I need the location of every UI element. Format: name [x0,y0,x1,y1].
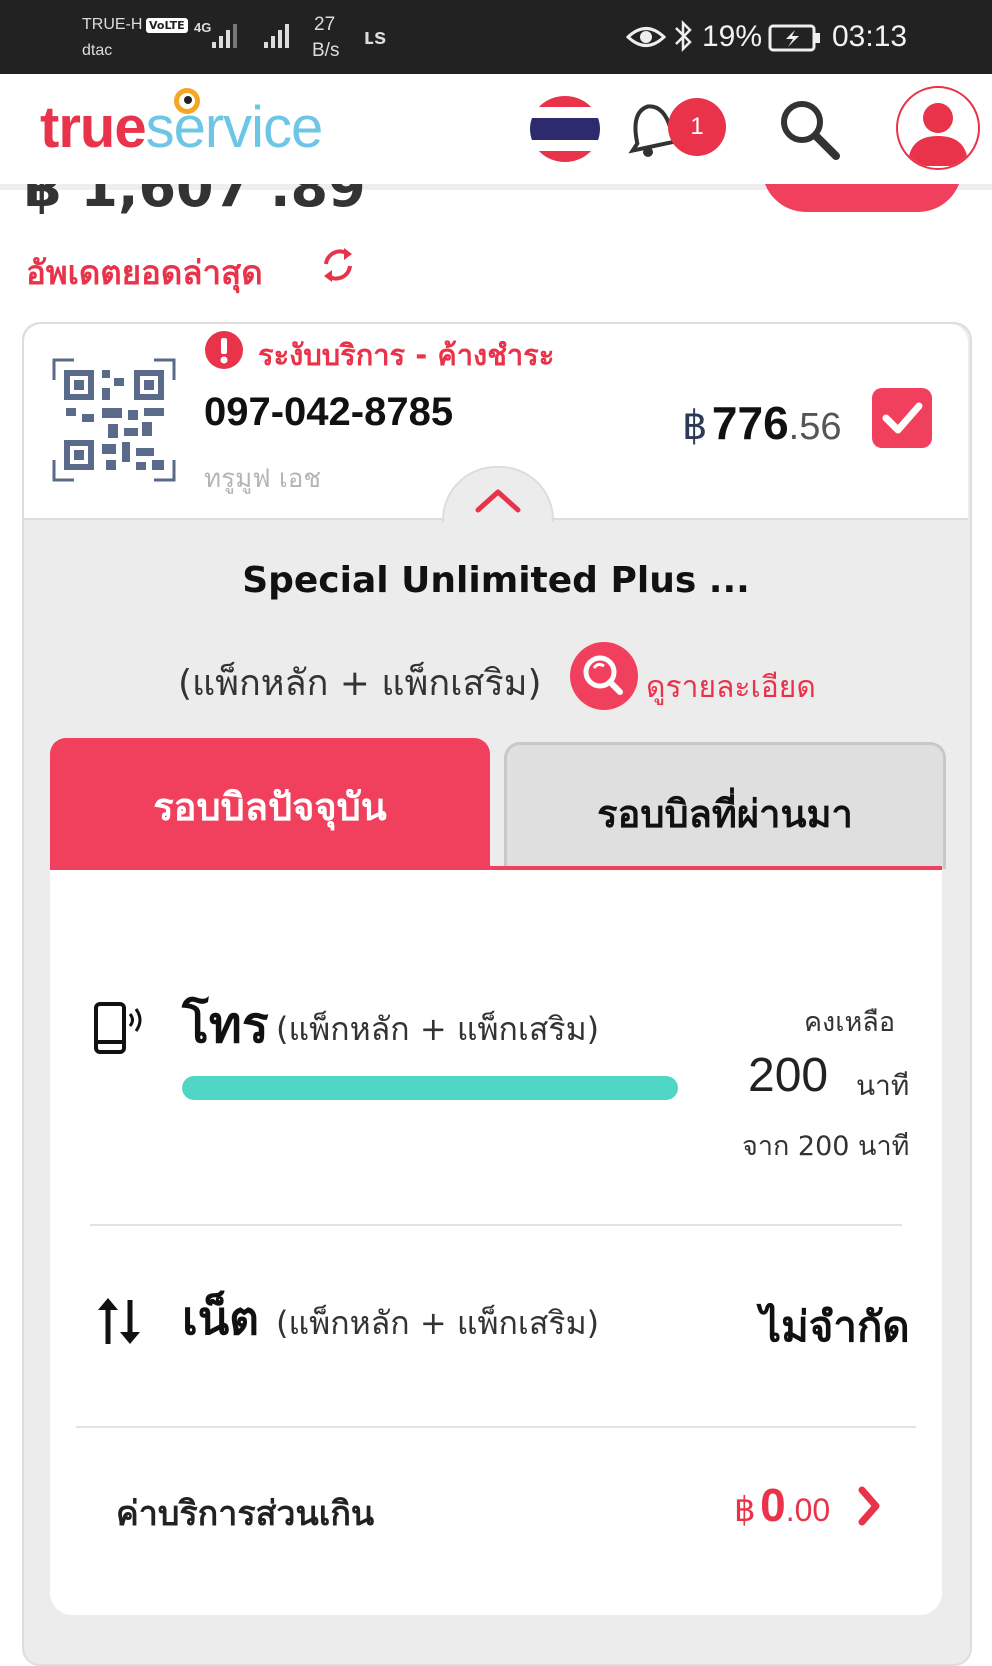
net-label: เน็ต [182,1291,260,1345]
magnifier-icon [583,655,623,695]
status-bar: TRUE-H VoLTE 4G dtac 27 B/s ʟs 19% 03:13 [0,0,992,74]
tab-current-label: รอบบิลปัจจุบัน [153,785,387,829]
amount-main: 776 [711,397,789,449]
signal-icon-2 [264,24,289,48]
row-divider-1 [90,1224,902,1226]
carrier-1: TRUE-H [82,16,143,33]
detail-link[interactable]: ดูรายละเอียด [646,664,816,711]
detail-button[interactable] [570,642,638,710]
overage-main: 0 [760,1479,786,1531]
remaining-total: จาก 200 นาที [742,1131,910,1162]
speed-value: 27 [314,14,336,35]
package-name: Special Unlimited Plus ... [242,560,750,601]
net-value: ไม่จำกัด [760,1302,910,1351]
total-amount: ฿ 1,607 .89 [24,184,366,219]
battery-percent: 19% [702,20,763,53]
qr-code-icon[interactable] [52,358,176,482]
signal-icon-1 [212,24,237,48]
call-label: โทร [182,996,269,1054]
speed-unit: B/s [312,40,340,61]
tab-past-label: รอบบิลที่ผ่านมา [597,792,853,836]
account-status: ระงับบริการ - ค้างชำระ [258,338,555,372]
phone-number: 097-042-8785 [204,390,454,434]
battery-charging-icon [768,24,820,52]
call-sub: (แพ็กหลัก + แพ็กเสริม) [276,1010,600,1048]
remaining-unit: นาที [856,1069,910,1102]
call-progress-fill [182,1076,678,1100]
overage-decimal: .00 [785,1492,831,1528]
summary-clip: ฿ 1,607 .89 [0,184,992,220]
remaining-value: 200 [748,1049,829,1102]
search-icon[interactable] [778,98,842,162]
thai-flag-icon[interactable] [530,96,600,162]
amount-decimal: .56 [788,406,842,448]
volte-badge: VoLTE [146,18,188,33]
tab-current-bill[interactable]: รอบบิลปัจจุบัน [50,738,490,870]
warning-icon [205,331,243,369]
overage-currency: ฿ [734,1491,756,1529]
collapse-toggle[interactable] [442,466,554,522]
carrier-2: dtac [82,42,113,59]
clock: 03:13 [832,20,908,53]
user-avatar[interactable] [896,86,980,170]
plan-type: ทรูมูฟ เอช [204,464,322,494]
logo-eye-icon [174,88,200,114]
overage-amount: ฿ 0.00 [734,1478,830,1532]
notification-badge: 1 [668,98,726,156]
refresh-icon[interactable] [318,242,358,288]
eye-icon [626,27,666,47]
select-checkbox[interactable] [872,388,932,448]
currency-symbol: ฿ [682,404,708,448]
chevron-up-icon [475,489,521,513]
account-amount: ฿ 776.56 [682,396,841,450]
check-icon [882,402,923,434]
net-sub: (แพ็กหลัก + แพ็กเสริม) [276,1304,600,1342]
remaining-label: คงเหลือ [804,1007,896,1038]
tab-past-bill[interactable]: รอบบิลที่ผ่านมา [504,742,946,869]
logo-text-true: true [40,95,147,160]
data-transfer-icon [98,1298,140,1344]
bluetooth-icon [675,19,692,53]
overage-row[interactable]: ค่าบริการส่วนเกิน ฿ 0.00 [50,1428,942,1588]
chevron-right-icon [858,1486,880,1526]
status-extra: ʟs [364,24,387,49]
phone-icon [94,1002,142,1054]
pay-button[interactable] [762,184,962,212]
package-subtitle: (แพ็กหลัก + แพ็กเสริม) [178,663,542,704]
update-label[interactable]: อัพเดตยอดล่าสุด [26,246,263,299]
network-type: 4G [194,20,212,35]
call-progress-bar [182,1076,678,1100]
app-header: trueservice 1 [0,74,992,190]
overage-label: ค่าบริการส่วนเกิน [116,1494,375,1534]
